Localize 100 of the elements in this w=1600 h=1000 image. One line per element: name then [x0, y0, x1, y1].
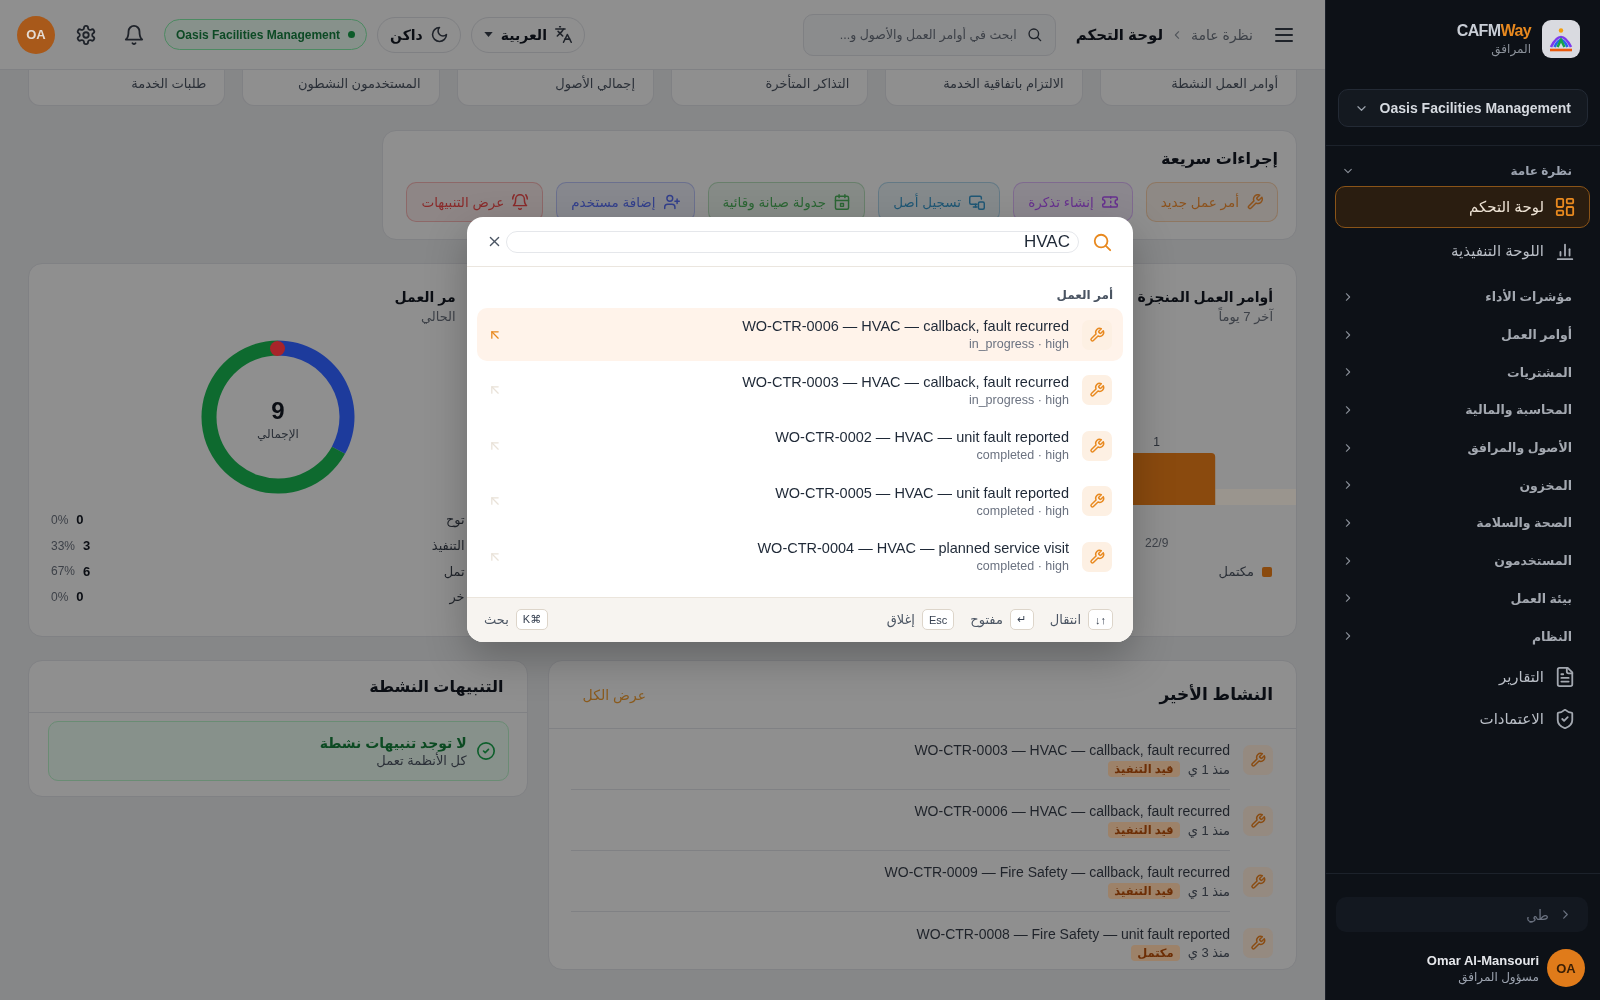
card-title: التنبيهات النشطة — [369, 677, 504, 696]
user-avatar[interactable]: OA — [1547, 949, 1585, 987]
nav-item[interactable]: اللوحة التنفيذية — [1335, 230, 1590, 272]
hint-label: مفتوح — [970, 612, 1003, 627]
empty-state-title: لا توجد تنبيهات نشطة — [319, 733, 467, 752]
search-icon — [1026, 26, 1042, 42]
wrench-icon — [1243, 744, 1273, 775]
card-title: مر العمل — [394, 288, 456, 308]
nav-section-header[interactable]: نظرة عامة — [1326, 160, 1600, 182]
nav-group[interactable]: الأصول والمرافق — [1326, 428, 1600, 467]
keyboard-key: ↑↓ — [1088, 609, 1113, 630]
kpi-label: إجمالي الأصول — [555, 76, 635, 91]
activity-time: منذ 1 ي — [1187, 822, 1230, 838]
search-result[interactable]: WO-CTR-0006 — HVAC — callback, fault recurred in_progress · high — [477, 308, 1123, 361]
ticket-icon — [1101, 194, 1118, 210]
user-role: مسؤول المرافق — [1458, 968, 1539, 985]
nav-group[interactable]: الصحة والسلامة — [1326, 504, 1600, 542]
legend-percent: 0% — [51, 512, 69, 527]
grid-icon — [1555, 197, 1575, 217]
monitor-phone-icon — [969, 194, 986, 210]
wrench-icon — [1082, 541, 1112, 572]
keyboard-key: Esc — [921, 609, 955, 630]
wrench-icon — [1243, 927, 1273, 958]
nav-item[interactable]: لوحة التحكم — [1335, 186, 1590, 228]
search-result[interactable]: WO-CTR-0004 — HVAC — planned service visit completed · high — [477, 530, 1123, 583]
bell-icon — [512, 194, 529, 210]
nav-group[interactable]: النظام — [1326, 617, 1600, 655]
document-icon — [1555, 666, 1575, 687]
nav-group[interactable]: المشتريات — [1326, 353, 1600, 392]
wrench-icon — [1243, 805, 1273, 836]
legend-label: مكتمل — [1218, 564, 1254, 580]
card-title: النشاط الأخير — [1159, 684, 1273, 705]
bar-value-label: 1 — [1152, 435, 1160, 449]
nav-group[interactable]: بيئة العمل — [1326, 579, 1600, 618]
nav-group[interactable]: المخزون — [1326, 466, 1600, 505]
empty-state-text: كل الأنظمة تعمل — [376, 751, 467, 769]
nav-group[interactable]: أوامر العمل — [1326, 315, 1600, 354]
user-avatar[interactable]: OA — [17, 15, 55, 54]
hint-label: انتقال — [1049, 612, 1081, 627]
nav-group[interactable]: المحاسبة والمالية — [1326, 391, 1600, 429]
legend-percent: 33% — [51, 538, 76, 553]
wrench-icon — [1082, 430, 1112, 461]
legend-count: 3 — [83, 538, 91, 554]
hint-label: إغلاق — [886, 612, 915, 627]
wrench-icon — [1247, 194, 1263, 210]
nav-item[interactable]: الاعتمادات — [1335, 698, 1590, 739]
card-subtitle: الحالي — [420, 308, 456, 326]
kpi-label: الالتزام باتفاقية الخدمة — [943, 76, 1064, 91]
kpi-label: التذاكر المتأخرة — [765, 76, 850, 91]
activity-title[interactable]: WO-CTR-0006 — HVAC — callback, fault recurred — [914, 802, 1230, 821]
arrow-up-left-icon — [488, 383, 502, 397]
check-circle-icon — [476, 742, 495, 760]
status-badge: قيد التنفيذ — [1108, 883, 1180, 899]
legend-percent: 0% — [51, 589, 69, 604]
panel-title: إجراءات سريعة — [1160, 149, 1278, 169]
logo-icon — [1542, 20, 1580, 58]
search-field[interactable]: ابحث في أوامر العمل والأصول و... — [802, 13, 1056, 56]
kpi-label: طلبات الخدمة — [131, 76, 207, 91]
legend-swatch-icon — [1262, 567, 1272, 577]
results-section-label: أمر العمل — [1056, 287, 1113, 303]
legend-label: توح — [445, 512, 465, 528]
wrench-icon — [1243, 866, 1273, 897]
legend-percent: 67% — [51, 564, 76, 579]
search-result[interactable]: WO-CTR-0003 — HVAC — callback, fault recurred in_progress · high — [477, 363, 1123, 417]
organization-name: Oasis Facilities Management — [176, 27, 341, 42]
language-dropdown[interactable]: العربية — [470, 16, 585, 53]
nav-item[interactable]: التقارير — [1335, 656, 1590, 697]
hint-label: بحث — [484, 612, 509, 627]
search-icon — [1092, 231, 1112, 252]
status-badge: قيد التنفيذ — [1108, 761, 1180, 777]
collapse-button[interactable]: طي — [1336, 897, 1588, 932]
activity-title[interactable]: WO-CTR-0003 — HVAC — callback, fault recurred — [914, 741, 1230, 760]
legend-label: التنفيذ — [431, 538, 465, 554]
search-result[interactable]: WO-CTR-0005 — HVAC — unit fault reported completed · high — [477, 474, 1123, 528]
close-icon[interactable] — [487, 234, 502, 249]
legend-label: خر — [449, 589, 465, 605]
nav-group[interactable]: مؤشرات الأداء — [1326, 278, 1600, 316]
wrench-icon — [1082, 486, 1112, 516]
user-plus-icon — [663, 194, 680, 210]
dot-icon — [270, 340, 286, 356]
nav-group[interactable]: المستخدمون — [1326, 541, 1600, 580]
activity-time: منذ 1 ي — [1187, 883, 1230, 899]
activity-title[interactable]: WO-CTR-0008 — Fire Safety — unit fault reported — [916, 924, 1230, 944]
activity-time: منذ 3 ي — [1187, 945, 1230, 960]
legend-count: 6 — [83, 563, 91, 579]
notifications-icon[interactable] — [124, 24, 144, 45]
moon-icon — [430, 26, 448, 43]
brand-name: CAFMWay — [1456, 21, 1531, 41]
activity-title[interactable]: WO-CTR-0009 — Fire Safety — callback, fault recurred — [884, 863, 1230, 882]
brand-subtitle: المرافق — [1491, 41, 1531, 57]
theme-toggle[interactable]: داكن — [377, 16, 461, 53]
keyboard-key: ⌘K — [515, 609, 549, 630]
activity-time: منذ 1 ي — [1187, 761, 1230, 777]
total-value: 9 — [271, 397, 285, 424]
kpi-label: المستخدمون النشطون — [298, 76, 421, 91]
search-result[interactable]: WO-CTR-0002 — HVAC — unit fault reported completed · high — [477, 419, 1123, 472]
search-input[interactable]: HVAC — [506, 230, 1079, 253]
bar-chart-icon — [1555, 241, 1575, 261]
organization-dropdown[interactable]: Oasis Facilities Management — [1338, 89, 1588, 127]
settings-icon[interactable] — [76, 24, 96, 45]
